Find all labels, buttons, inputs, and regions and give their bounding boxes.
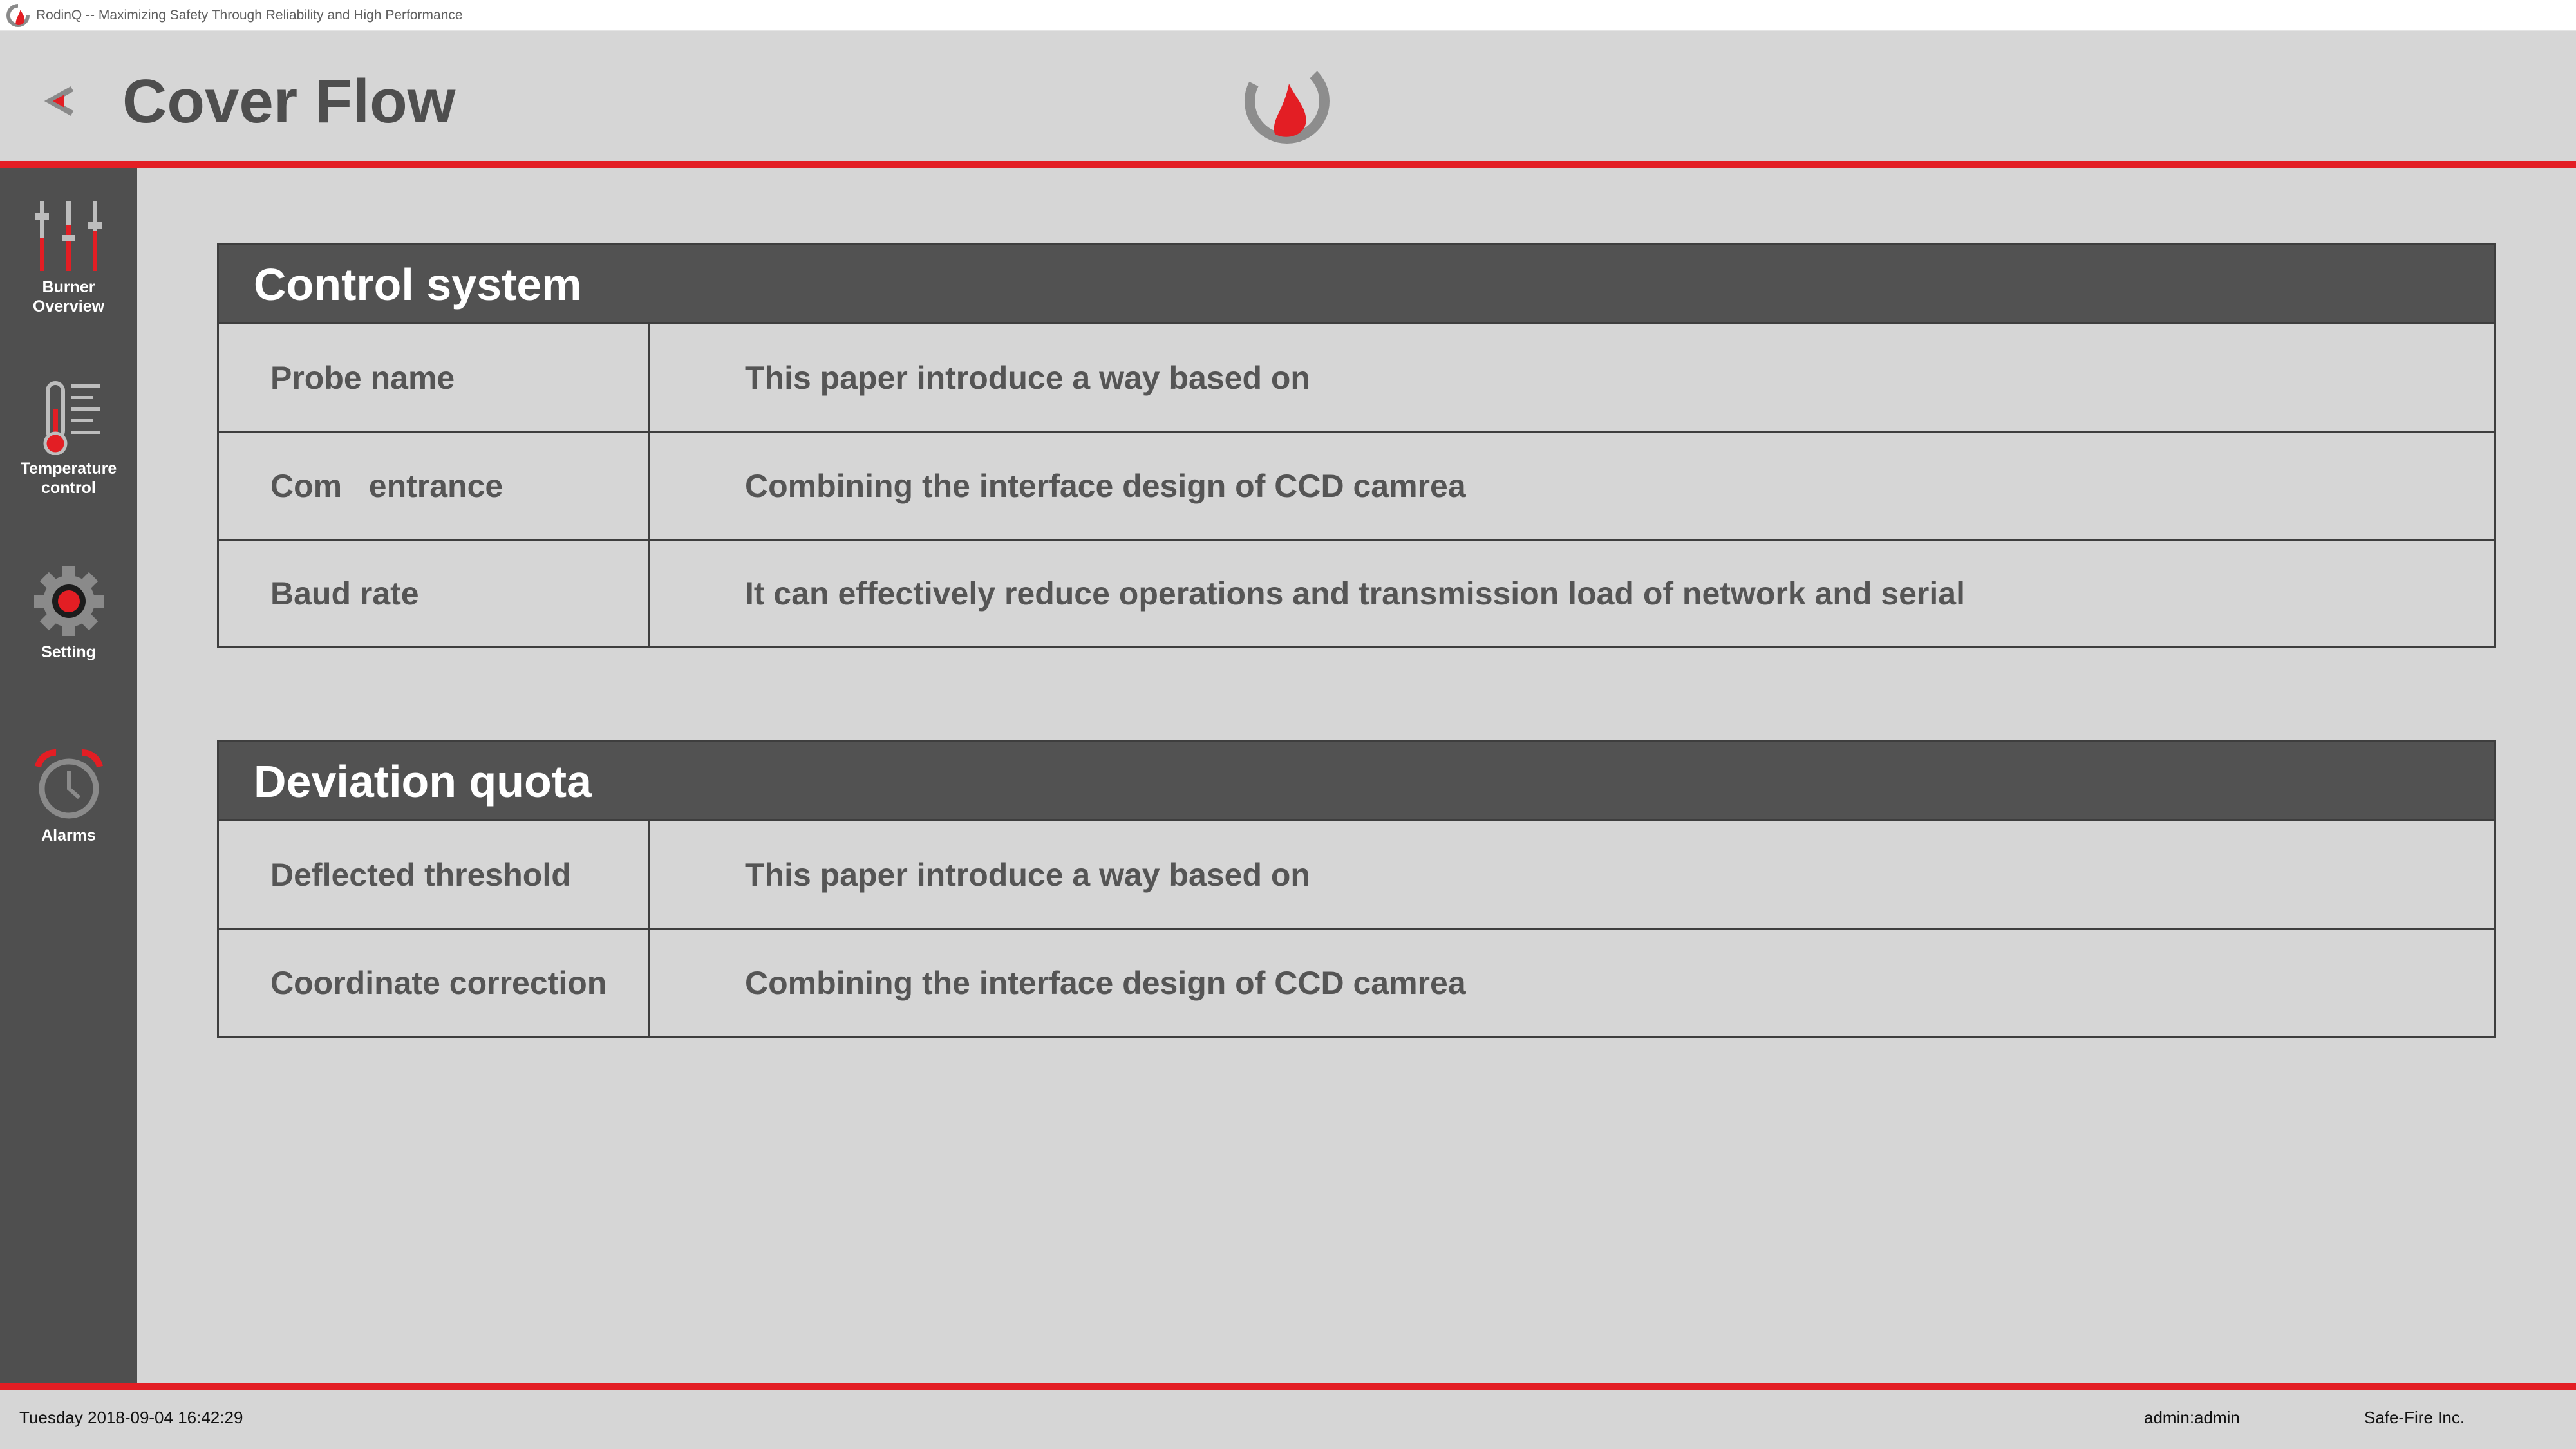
- page-header: Cover Flow: [0, 31, 2576, 161]
- table-row: Baud rate It can effectively reduce oper…: [219, 539, 2494, 646]
- sidebar-item-setting[interactable]: Setting: [0, 564, 137, 662]
- table-row: Coordinate correction Combining the inte…: [219, 928, 2494, 1036]
- panel-title: Deviation quota: [219, 742, 2494, 821]
- sidebar-item-label: Setting: [41, 643, 96, 661]
- status-datetime: Tuesday 2018-09-04 16:42:29: [19, 1408, 243, 1427]
- back-arrow-icon[interactable]: [39, 79, 84, 124]
- row-label: Baud rate: [219, 541, 650, 646]
- app-logo-icon: [6, 3, 30, 27]
- table-row: Com entrance Combining the interface des…: [219, 431, 2494, 539]
- gear-icon: [33, 566, 104, 636]
- row-label: Com entrance: [219, 433, 650, 539]
- row-value: This paper introduce a way based on: [745, 359, 1310, 396]
- status-user: admin:admin: [2144, 1408, 2240, 1427]
- row-label: Deflected threshold: [219, 821, 650, 928]
- control-system-panel: Control system Probe name This paper int…: [217, 243, 2496, 648]
- sidebar-item-label: Burner Overview: [32, 278, 105, 315]
- row-label: Probe name: [219, 324, 650, 431]
- sidebar-item-alarms[interactable]: Alarms: [0, 747, 137, 845]
- sidebar-item-label: Alarms: [41, 827, 96, 845]
- page-title: Cover Flow: [122, 67, 456, 136]
- sidebar-item-burner-overview[interactable]: Burner Overview: [0, 199, 137, 316]
- table-row: Deflected threshold This paper introduce…: [219, 821, 2494, 928]
- status-company: Safe-Fire Inc.: [2364, 1408, 2465, 1427]
- row-label: Coordinate correction: [219, 930, 650, 1036]
- rodinq-logo-icon: [1245, 58, 1330, 144]
- deviation-quota-panel: Deviation quota Deflected threshold This…: [217, 740, 2496, 1038]
- window-title: RodinQ -- Maximizing Safety Through Reli…: [36, 7, 463, 23]
- footer-divider: [0, 1383, 2576, 1390]
- row-value: Combining the interface design of CCD ca…: [745, 468, 1466, 504]
- alarm-clock-icon: [34, 749, 103, 819]
- sliders-icon: [35, 201, 102, 271]
- panel-title: Control system: [219, 245, 2494, 324]
- row-value: This paper introduce a way based on: [745, 856, 1310, 893]
- header-divider: [0, 161, 2576, 168]
- status-bar: Tuesday 2018-09-04 16:42:29 admin:admin …: [0, 1390, 2576, 1449]
- sidebar-item-temperature-control[interactable]: Temperature control: [0, 380, 137, 498]
- table-row: Probe name This paper introduce a way ba…: [219, 324, 2494, 431]
- sidebar-item-label: Temperature control: [20, 460, 117, 497]
- row-value: Combining the interface design of CCD ca…: [745, 965, 1466, 1001]
- window-titlebar: RodinQ -- Maximizing Safety Through Reli…: [0, 0, 2576, 31]
- row-value: It can effectively reduce operations and…: [745, 575, 1965, 612]
- thermometer-icon: [43, 381, 100, 455]
- sidebar: Burner Overview Temperature control Sett…: [0, 168, 137, 1383]
